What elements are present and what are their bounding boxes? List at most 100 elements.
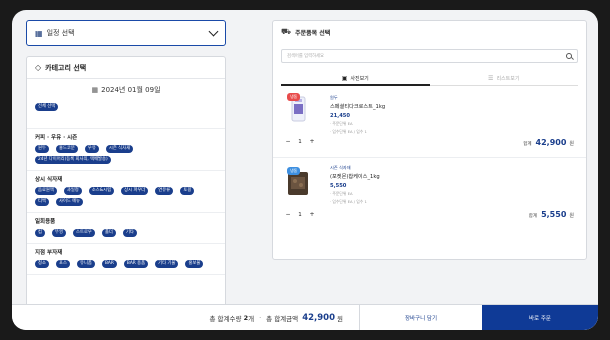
total-amount-value: 42,900 bbox=[302, 312, 336, 323]
product-order-unit: · 주문단위 EA bbox=[330, 191, 353, 196]
tab-photo-view[interactable]: ▣ 사진보기 bbox=[281, 72, 430, 86]
category-panel: ◇ 카테고리 선택 ▦ 2024년 01월 09일 전체 선택 커피 · 우유 … bbox=[26, 56, 226, 330]
category-chip[interactable]: 유니폼 bbox=[77, 260, 95, 268]
tab-label: 사진보기 bbox=[350, 75, 369, 82]
search-icon[interactable] bbox=[566, 53, 572, 59]
category-chip[interactable]: 원두 bbox=[35, 145, 49, 153]
category-group: 지점 부자재 청소 포스 유니폼 BAR BAR 용품 기타 기물 홍보물 bbox=[27, 244, 225, 275]
product-name: 스페셜티다크로스트_1kg bbox=[330, 104, 386, 110]
category-chip[interactable]: 컵 bbox=[35, 229, 45, 237]
truck-icon: ⛟ bbox=[281, 27, 292, 36]
product-item: 냉동 시즌 식자재 (포켓몬)찹케이스_1kg 5,550 · 주문단위 EA … bbox=[273, 158, 586, 230]
category-chip[interactable]: 기타 bbox=[122, 229, 137, 237]
tab-list-view[interactable]: ☰ 리스트보기 bbox=[429, 72, 578, 86]
list-icon: ☰ bbox=[488, 75, 494, 82]
separator: · bbox=[259, 313, 262, 322]
total-qty-unit: 개 bbox=[248, 314, 255, 323]
category-chip[interactable]: 우유 bbox=[84, 145, 99, 153]
category-chip[interactable]: 홍드코분 bbox=[56, 145, 78, 153]
date-select-label: 일정 선택 bbox=[46, 29, 75, 37]
category-chip[interactable]: 티백 bbox=[35, 198, 49, 206]
category-chip[interactable]: 스트로우 bbox=[73, 229, 95, 237]
order-panel: ⛟ 주문품목 선택 검색어를 입력하세요 ▣ 사진보기 ☰ 리스트보기 냉동 원… bbox=[272, 20, 587, 260]
product-price: 5,550 bbox=[330, 183, 347, 189]
category-chip[interactable]: 토핑 bbox=[180, 187, 195, 195]
image-icon: ▣ bbox=[341, 74, 348, 82]
chevron-down-icon bbox=[208, 26, 219, 36]
decrease-button[interactable]: − bbox=[283, 138, 293, 145]
item-total-label: 합계 bbox=[523, 142, 532, 147]
order-now-button[interactable]: 바로 주문 bbox=[482, 305, 598, 330]
category-group: 일회용품 컵 뚜껑 스트로우 홀더 기타 bbox=[27, 213, 225, 244]
product-badge: 냉동 bbox=[287, 93, 301, 101]
total-amount-unit: 원 bbox=[337, 314, 343, 323]
order-summary: 총 합계수량 2 개 · 총 합계금액 42,900 원 bbox=[12, 305, 359, 330]
item-total-value: 42,900 bbox=[535, 138, 567, 147]
category-chip[interactable]: 상시 파우더 bbox=[121, 187, 149, 195]
calendar-icon: ▦ bbox=[35, 28, 43, 38]
product-price: 21,450 bbox=[330, 113, 351, 119]
search-placeholder: 검색어를 입력하세요 bbox=[287, 54, 324, 59]
total-qty-label: 총 합계수량 bbox=[209, 314, 242, 323]
category-chip[interactable]: 과일청 bbox=[63, 187, 82, 195]
decrease-button[interactable]: − bbox=[283, 211, 293, 218]
category-chip[interactable]: 24년 다이어리(등록 회사의, 택배발송) bbox=[35, 156, 111, 164]
category-chip[interactable]: 홀더 bbox=[101, 229, 116, 237]
category-date: ▦ 2024년 01월 09일 bbox=[27, 79, 225, 101]
item-total-label: 합계 bbox=[528, 214, 538, 219]
product-brand: 시즌 식자재 bbox=[330, 165, 351, 170]
add-to-cart-button[interactable]: 장바구니 담기 bbox=[359, 305, 482, 330]
date-select[interactable]: ▦ 일정 선택 bbox=[26, 20, 226, 46]
increase-button[interactable]: + bbox=[307, 138, 317, 145]
quantity-stepper: − 1 + bbox=[283, 211, 317, 218]
category-chip[interactable]: 시즌 식자재 bbox=[105, 145, 134, 153]
tab-label: 리스트보기 bbox=[496, 76, 520, 82]
product-info: 원두 스페셜티다크로스트_1kg 21,450 · 주문단위 EA · 입수단위… bbox=[330, 95, 385, 135]
category-chip[interactable]: 포스 bbox=[56, 260, 70, 268]
item-total: 합계 42,900 원 bbox=[523, 138, 574, 147]
category-chip[interactable]: 기타 기물 bbox=[155, 260, 179, 268]
category-chip[interactable]: 음료원액 bbox=[35, 187, 57, 195]
item-total-unit: 원 bbox=[569, 141, 574, 147]
quantity-stepper: − 1 + bbox=[283, 138, 317, 145]
product-name: (포켓몬)찹케이스_1kg bbox=[330, 174, 380, 180]
category-chip[interactable]: BAR 용품 bbox=[123, 260, 149, 268]
category-chip[interactable]: 홍보물 bbox=[185, 260, 204, 268]
category-chip[interactable]: 청소 bbox=[35, 260, 49, 268]
category-chip[interactable]: 소스&시럽 bbox=[88, 187, 115, 195]
app-window: ▦ 일정 선택 ◇ 카테고리 선택 ▦ 2024년 01월 09일 전체 선택 … bbox=[12, 10, 598, 330]
quantity-value[interactable]: 1 bbox=[293, 139, 307, 145]
select-all-row: 전체 선택 bbox=[27, 101, 225, 129]
category-group: 상시 식자재 음료원액 과일청 소스&시럽 상시 파우더 연유류 토핑 티백 사… bbox=[27, 171, 225, 213]
bottom-bar: 총 합계수량 2 개 · 총 합계금액 42,900 원 장바구니 담기 바로 … bbox=[12, 304, 598, 330]
item-total: 합계 5,550 원 bbox=[529, 210, 574, 219]
product-info: 시즌 식자재 (포켓몬)찹케이스_1kg 5,550 · 주문단위 EA · 입… bbox=[330, 165, 380, 205]
quantity-value[interactable]: 1 bbox=[293, 212, 307, 218]
select-all-button[interactable]: 전체 선택 bbox=[35, 103, 59, 111]
category-group-title: 커피 · 우유 · 시즌 bbox=[35, 135, 78, 141]
category-group: 커피 · 우유 · 시즌 원두 홍드코분 우유 시즌 식자재 24년 다이어리(… bbox=[27, 129, 225, 171]
calendar-icon: ▦ bbox=[91, 86, 99, 94]
product-order-unit: · 주문단위 EA bbox=[330, 121, 353, 126]
product-pack-unit: · 입수단위 EA / 입수 1 bbox=[330, 129, 367, 134]
product-item: 냉동 원두 스페셜티다크로스트_1kg 21,450 · 주문단위 EA · 입… bbox=[273, 86, 586, 158]
category-chip[interactable]: 뚜껑 bbox=[52, 229, 66, 237]
item-total-unit: 원 bbox=[569, 213, 574, 219]
order-title: 주문품목 선택 bbox=[295, 29, 331, 37]
product-badge: 냉동 bbox=[287, 167, 301, 175]
category-title: 카테고리 선택 bbox=[45, 63, 87, 72]
product-brand: 원두 bbox=[330, 95, 338, 100]
order-header: ⛟ 주문품목 선택 bbox=[273, 21, 586, 43]
category-header: ◇ 카테고리 선택 bbox=[27, 57, 225, 79]
search-input[interactable]: 검색어를 입력하세요 bbox=[281, 49, 578, 63]
category-chip[interactable]: 사이드 메뉴 bbox=[56, 198, 84, 206]
product-pack-unit: · 입수단위 EA / 입수 1 bbox=[330, 199, 367, 204]
item-total-value: 5,550 bbox=[541, 210, 567, 219]
category-chip[interactable]: BAR bbox=[101, 260, 117, 268]
category-group-title: 지점 부자재 bbox=[35, 250, 63, 256]
total-amount-label: 총 합계금액 bbox=[266, 314, 299, 323]
category-chip[interactable]: 연유류 bbox=[155, 187, 174, 195]
increase-button[interactable]: + bbox=[307, 211, 317, 218]
category-group-title: 일회용품 bbox=[35, 219, 56, 225]
view-tabs: ▣ 사진보기 ☰ 리스트보기 bbox=[281, 72, 578, 86]
